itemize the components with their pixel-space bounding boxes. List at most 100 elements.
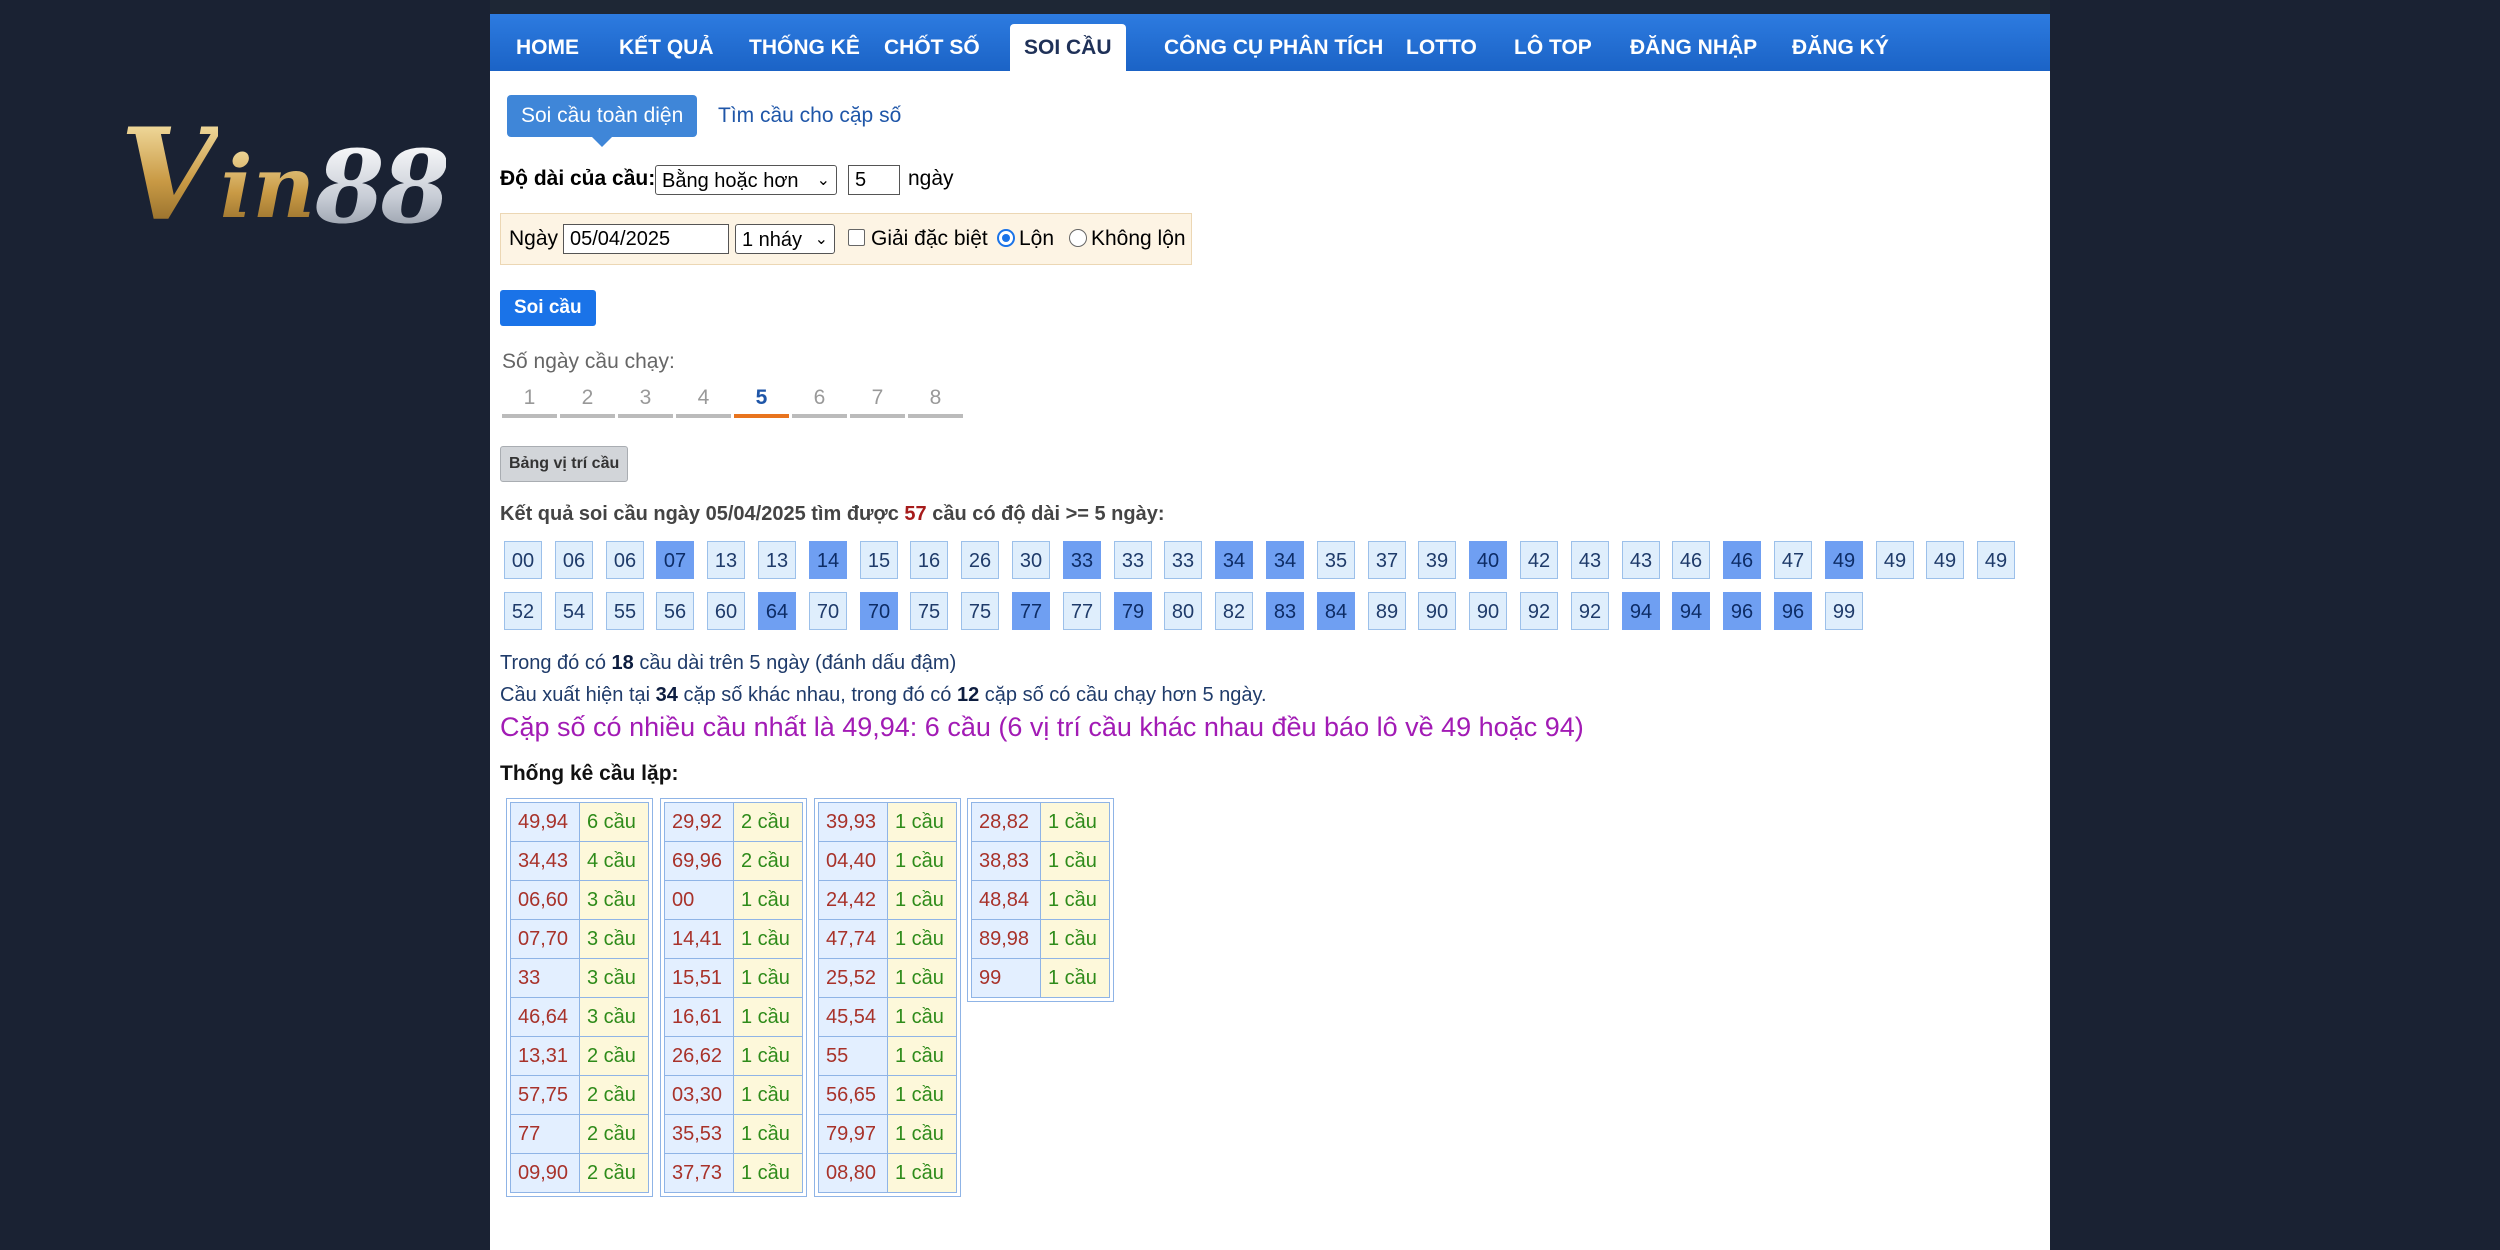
result-chip[interactable]: 39	[1418, 541, 1456, 579]
stats-count: 1 cầu	[1040, 841, 1110, 881]
result-chip[interactable]: 35	[1317, 541, 1355, 579]
stats-pair: 38,83	[971, 841, 1041, 881]
result-chip[interactable]: 56	[656, 592, 694, 630]
day-tab-2[interactable]: 2	[560, 382, 615, 418]
result-chip[interactable]: 33	[1164, 541, 1202, 579]
result-chip[interactable]: 49	[1926, 541, 1964, 579]
result-chip[interactable]: 40	[1469, 541, 1507, 579]
soi-cau-button[interactable]: Soi cầu	[500, 290, 596, 326]
result-chip[interactable]: 06	[606, 541, 644, 579]
result-chip[interactable]: 70	[860, 592, 898, 630]
result-chip[interactable]: 77	[1012, 592, 1050, 630]
result-chip[interactable]: 43	[1571, 541, 1609, 579]
result-chip[interactable]: 84	[1317, 592, 1355, 630]
result-chip[interactable]: 49	[1876, 541, 1914, 579]
result-chip[interactable]: 64	[758, 592, 796, 630]
result-chip[interactable]: 00	[504, 541, 542, 579]
result-chip[interactable]: 43	[1622, 541, 1660, 579]
result-chip[interactable]: 70	[809, 592, 847, 630]
main-nav: HOME KẾT QUẢ THỐNG KÊ CHỐT SỐ SOI CẦU CÔ…	[490, 14, 2050, 71]
result-chip[interactable]: 55	[606, 592, 644, 630]
result-chip[interactable]: 94	[1672, 592, 1710, 630]
result-chip[interactable]: 49	[1825, 541, 1863, 579]
lon-radio[interactable]	[997, 229, 1015, 247]
stats-row: 56,65 1 cầu	[818, 1075, 957, 1115]
khong-lon-radio[interactable]	[1069, 229, 1087, 247]
result-chip[interactable]: 13	[707, 541, 745, 579]
stats-count: 1 cầu	[733, 997, 803, 1037]
result-chip[interactable]: 99	[1825, 592, 1863, 630]
result-chip[interactable]: 92	[1571, 592, 1609, 630]
result-chip[interactable]: 96	[1774, 592, 1812, 630]
result-chip[interactable]: 13	[758, 541, 796, 579]
result-chip[interactable]: 92	[1520, 592, 1558, 630]
result-chip[interactable]: 94	[1622, 592, 1660, 630]
result-chip[interactable]: 49	[1977, 541, 2015, 579]
date-input[interactable]: 05/04/2025	[563, 224, 729, 254]
result-chip[interactable]: 33	[1114, 541, 1152, 579]
result-chip[interactable]: 52	[504, 592, 542, 630]
nav-home[interactable]: HOME	[502, 24, 593, 71]
tab-soi-cau-toan-dien[interactable]: Soi cầu toàn diện	[507, 95, 698, 147]
nav-cong-cu-phan-tich[interactable]: CÔNG CỤ PHÂN TÍCH	[1150, 24, 1397, 71]
length-select[interactable]: Bằng hoặc hơn ⌄	[655, 165, 837, 195]
logo-letters-in: in	[220, 137, 316, 238]
result-chip[interactable]: 75	[961, 592, 999, 630]
result-chip[interactable]: 90	[1469, 592, 1507, 630]
day-tab-6[interactable]: 6	[792, 382, 847, 418]
day-tab-4[interactable]: 4	[676, 382, 731, 418]
result-chip[interactable]: 54	[555, 592, 593, 630]
length-input[interactable]: 5	[848, 165, 900, 195]
result-chip[interactable]: 06	[555, 541, 593, 579]
nav-lotto[interactable]: LOTTO	[1392, 24, 1491, 71]
day-tab-1[interactable]: 1	[502, 382, 557, 418]
result-chip[interactable]: 26	[961, 541, 999, 579]
bang-vi-tri-cau-button[interactable]: Bảng vị trí cầu	[500, 446, 629, 482]
nav-lo-top[interactable]: LÔ TOP	[1500, 24, 1606, 71]
nav-soi-cau[interactable]: SOI CẦU	[1010, 24, 1126, 71]
result-chip[interactable]: 79	[1114, 592, 1152, 630]
stats-row: 08,80 1 cầu	[818, 1153, 957, 1193]
giai-dac-biet-checkbox[interactable]	[848, 229, 865, 246]
nav-chot-so[interactable]: CHỐT SỐ	[870, 24, 994, 71]
nav-dang-ky[interactable]: ĐĂNG KÝ	[1778, 24, 1903, 71]
result-chip[interactable]: 34	[1266, 541, 1304, 579]
result-chip[interactable]: 34	[1215, 541, 1253, 579]
result-chip[interactable]: 90	[1418, 592, 1456, 630]
day-tab-3[interactable]: 3	[618, 382, 673, 418]
day-tab-5[interactable]: 5	[734, 382, 789, 418]
result-chip[interactable]: 77	[1063, 592, 1101, 630]
stats-count: 4 cầu	[579, 841, 649, 881]
result-chip[interactable]: 83	[1266, 592, 1304, 630]
result-chip[interactable]: 80	[1164, 592, 1202, 630]
result-chip[interactable]: 42	[1520, 541, 1558, 579]
result-chip[interactable]: 37	[1368, 541, 1406, 579]
nav-dang-nhap[interactable]: ĐĂNG NHẬP	[1616, 24, 1771, 71]
nhay-select[interactable]: 1 nháy ⌄	[735, 224, 835, 254]
nav-thong-ke[interactable]: THỐNG KÊ	[735, 24, 874, 71]
result-chip[interactable]: 96	[1723, 592, 1761, 630]
result-chip[interactable]: 89	[1368, 592, 1406, 630]
result-chip[interactable]: 33	[1063, 541, 1101, 579]
result-chip[interactable]: 82	[1215, 592, 1253, 630]
stats-row: 06,60 3 cầu	[510, 880, 649, 920]
result-chip[interactable]: 47	[1774, 541, 1812, 579]
result-chip[interactable]: 60	[707, 592, 745, 630]
result-chip[interactable]: 16	[910, 541, 948, 579]
result-chip[interactable]: 75	[910, 592, 948, 630]
stats-count: 2 cầu	[579, 1114, 649, 1154]
result-chip[interactable]: 46	[1672, 541, 1710, 579]
day-tab-7[interactable]: 7	[850, 382, 905, 418]
nav-ket-qua[interactable]: KẾT QUẢ	[605, 24, 728, 71]
stats-row: 09,90 2 cầu	[510, 1153, 649, 1193]
length-label: Độ dài của cầu:	[500, 167, 656, 190]
stats-row: 14,41 1 cầu	[664, 919, 803, 959]
result-chip[interactable]: 14	[809, 541, 847, 579]
length-select-value: Bằng hoặc hơn	[662, 170, 799, 192]
result-chip[interactable]: 15	[860, 541, 898, 579]
result-chip[interactable]: 46	[1723, 541, 1761, 579]
result-chip[interactable]: 30	[1012, 541, 1050, 579]
tab-tim-cau-cho-cap-so[interactable]: Tìm cầu cho cặp số	[718, 95, 901, 137]
day-tab-8[interactable]: 8	[908, 382, 963, 418]
result-chip[interactable]: 07	[656, 541, 694, 579]
